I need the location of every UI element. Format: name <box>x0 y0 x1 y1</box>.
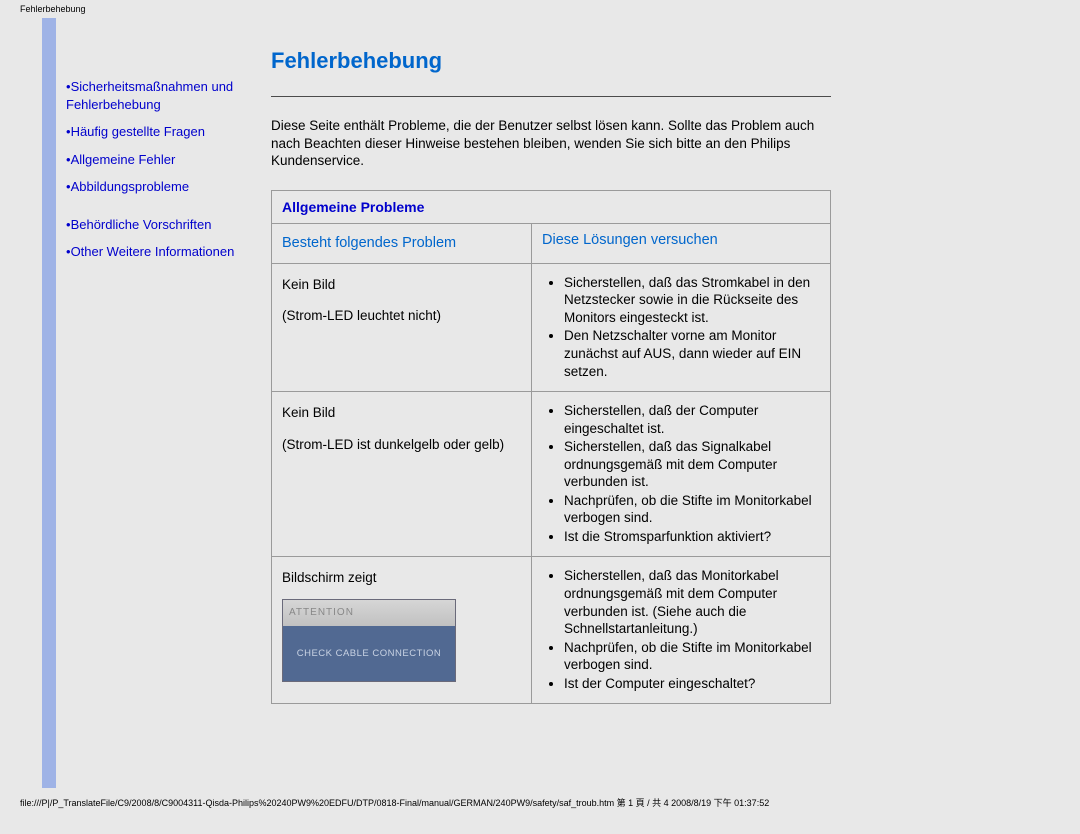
solution-cell: Sicherstellen, daß das Stromkabel in den… <box>532 264 830 391</box>
solution-item: Nachprüfen, ob die Stifte im Monitorkabe… <box>564 639 820 674</box>
table-row: Kein Bild (Strom-LED leuchtet nicht) Sic… <box>272 264 830 391</box>
intro-text: Diese Seite enthält Probleme, die der Be… <box>271 117 831 170</box>
sidebar-item-regulatory[interactable]: •Behördliche Vorschriften <box>66 216 261 234</box>
solution-item: Sicherstellen, daß das Signalkabel ordnu… <box>564 438 820 491</box>
main-content: Fehlerbehebung Diese Seite enthält Probl… <box>271 18 861 788</box>
solution-cell: Sicherstellen, daß der Computer eingesch… <box>532 391 830 556</box>
solution-item: Sicherstellen, daß das Stromkabel in den… <box>564 274 820 327</box>
monitor-message-box: ATTENTION CHECK CABLE CONNECTION <box>282 599 456 682</box>
table-title: Allgemeine Probleme <box>272 191 830 224</box>
divider <box>271 96 831 97</box>
footer-file-path: file:///P|/P_TranslateFile/C9/2008/8/C90… <box>0 788 1080 813</box>
sidebar-item-faq[interactable]: •Häufig gestellte Fragen <box>66 123 261 141</box>
solution-item: Ist der Computer eingeschaltet? <box>564 675 820 693</box>
table-header-row: Besteht folgendes Problem Diese Lösungen… <box>272 224 830 264</box>
col-header-solution: Diese Lösungen versuchen <box>532 224 830 263</box>
table-row: Bildschirm zeigt ATTENTION CHECK CABLE C… <box>272 556 830 703</box>
sidebar-item-general[interactable]: •Allgemeine Fehler <box>66 151 261 169</box>
sidebar: •Sicherheitsmaßnahmen und Fehlerbehebung… <box>56 18 271 788</box>
solution-item: Sicherstellen, daß der Computer eingesch… <box>564 402 820 437</box>
table-row: Kein Bild (Strom-LED ist dunkelgelb oder… <box>272 391 830 556</box>
sidebar-item-imaging[interactable]: •Abbildungsprobleme <box>66 178 261 196</box>
sidebar-item-safety[interactable]: •Sicherheitsmaßnahmen und Fehlerbehebung <box>66 78 261 113</box>
solution-item: Den Netzschalter vorne am Monitor zunäch… <box>564 327 820 380</box>
page-heading: Fehlerbehebung <box>271 48 831 74</box>
solution-item: Sicherstellen, daß das Monitorkabel ordn… <box>564 567 820 637</box>
tiny-page-title: Fehlerbehebung <box>0 0 1080 16</box>
blue-side-bar <box>42 18 56 788</box>
solution-item: Nachprüfen, ob die Stifte im Monitorkabe… <box>564 492 820 527</box>
problem-cell: Bildschirm zeigt ATTENTION CHECK CABLE C… <box>272 556 532 703</box>
monitor-message-body: CHECK CABLE CONNECTION <box>283 626 455 681</box>
problem-cell: Kein Bild (Strom-LED leuchtet nicht) <box>272 264 532 391</box>
monitor-attention-bar: ATTENTION <box>283 600 455 626</box>
col-header-problem: Besteht folgendes Problem <box>272 224 532 263</box>
solution-cell: Sicherstellen, daß das Monitorkabel ordn… <box>532 556 830 703</box>
problem-cell: Kein Bild (Strom-LED ist dunkelgelb oder… <box>272 391 532 556</box>
container: •Sicherheitsmaßnahmen und Fehlerbehebung… <box>42 18 1080 788</box>
solution-item: Ist die Stromsparfunktion aktiviert? <box>564 528 820 546</box>
sidebar-item-other[interactable]: •Other Weitere Informationen <box>66 243 261 261</box>
problems-table: Allgemeine Probleme Besteht folgendes Pr… <box>271 190 831 705</box>
